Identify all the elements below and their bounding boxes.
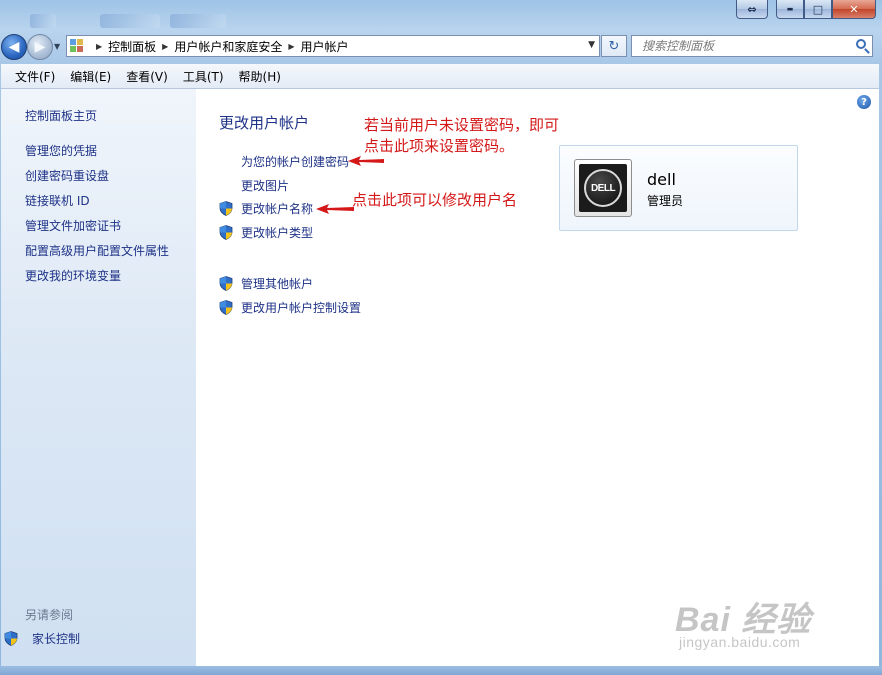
uac-shield-icon	[219, 225, 233, 240]
close-icon: ✕	[849, 2, 859, 16]
address-bar[interactable]: ▶ 控制面板 ▶ 用户帐户和家庭安全 ▶ 用户帐户 ▼	[66, 35, 600, 57]
task-create-password[interactable]: 为您的帐户创建密码	[241, 153, 349, 170]
recent-pages-dropdown[interactable]: ▼	[54, 42, 60, 51]
account-role: 管理员	[647, 194, 684, 208]
change-account-type-label: 更改帐户类型	[241, 226, 314, 240]
arrow-left-icon: ◀	[8, 39, 20, 55]
resize-button[interactable]: ⇔	[736, 0, 768, 19]
sidebar: 控制面板主页 管理您的凭据 创建密码重设盘 链接联机 ID 管理文件加密证书 配…	[1, 89, 196, 666]
resize-icon: ⇔	[747, 2, 757, 16]
page-title: 更改用户帐户	[219, 114, 310, 132]
sidebar-link-environment-variables[interactable]: 更改我的环境变量	[25, 267, 121, 284]
back-button[interactable]: ◀	[1, 34, 27, 60]
sidebar-link-online-id[interactable]: 链接联机 ID	[25, 192, 90, 209]
title-bar-ghost	[100, 14, 160, 28]
arrow-right-icon: ▶	[34, 39, 46, 55]
sidebar-link-encryption-certificates[interactable]: 管理文件加密证书	[25, 217, 121, 234]
chevron-right-icon[interactable]: ▶	[162, 42, 168, 51]
menu-tools[interactable]: 工具(T)	[175, 68, 231, 85]
sidebar-link-parental-controls[interactable]: 家长控制	[4, 630, 80, 647]
search-input[interactable]	[640, 38, 844, 54]
task-manage-other-accounts[interactable]: 管理其他帐户	[219, 275, 313, 292]
search-box[interactable]	[631, 35, 873, 57]
annotation-rename: 点击此项可以修改用户名	[352, 191, 518, 209]
parental-controls-label: 家长控制	[32, 632, 81, 646]
watermark-sub-text: jingyan.baidu.com	[679, 634, 801, 650]
uac-shield-icon	[219, 276, 233, 291]
chevron-down-icon: ▼	[54, 42, 61, 51]
uac-shield-icon	[219, 201, 233, 216]
annotation-arrow-icon	[316, 204, 354, 214]
change-account-name-label: 更改帐户名称	[241, 202, 314, 216]
task-change-account-type[interactable]: 更改帐户类型	[219, 224, 313, 241]
baidu-watermark: Bai 经验 jingyan.baidu.com	[675, 592, 865, 656]
title-bar-ghost	[170, 14, 226, 28]
menu-bar: 文件(F) 编辑(E) 查看(V) 工具(T) 帮助(H)	[1, 64, 879, 89]
refresh-button[interactable]: ↻	[601, 35, 627, 57]
window-bottom-border	[0, 666, 882, 675]
uac-settings-label: 更改用户帐户控制设置	[241, 301, 362, 315]
sidebar-link-control-panel-home[interactable]: 控制面板主页	[25, 107, 97, 124]
chevron-right-icon: ▶	[96, 41, 103, 51]
sidebar-link-advanced-profile[interactable]: 配置高级用户配置文件属性	[25, 242, 169, 259]
control-panel-icon	[70, 39, 86, 53]
navigation-row: ◀ ▶ ▼ ▶ 控制面板 ▶ 用户帐户和家庭安全 ▶ 用户帐户 ▼ ↻	[0, 30, 882, 62]
breadcrumb-user-accounts[interactable]: 用户帐户	[301, 38, 349, 55]
task-change-picture[interactable]: 更改图片	[241, 177, 289, 194]
title-bar[interactable]: ⇔ ▬ □ ✕	[0, 0, 882, 30]
sidebar-link-manage-credentials[interactable]: 管理您的凭据	[25, 142, 97, 159]
menu-file[interactable]: 文件(F)	[1, 68, 62, 85]
avatar-image: DELL	[579, 164, 627, 212]
chevron-right-icon[interactable]: ▶	[288, 42, 294, 51]
breadcrumb-user-accounts-family-safety[interactable]: 用户帐户和家庭安全	[174, 38, 282, 55]
search-icon[interactable]	[856, 39, 866, 49]
annotation-arrow-icon	[348, 156, 384, 166]
annotation-password-line-1: 若当前用户未设置密码，即可	[364, 116, 560, 134]
annotation-password-line-2: 点击此项来设置密码。	[364, 137, 515, 155]
minimize-button[interactable]: ▬	[776, 0, 804, 19]
task-change-account-name[interactable]: 更改帐户名称	[219, 200, 313, 217]
uac-shield-icon	[219, 300, 233, 315]
menu-edit[interactable]: 编辑(E)	[62, 68, 118, 85]
minimize-icon: ▬	[786, 5, 794, 13]
account-name: dell	[647, 170, 676, 189]
main-panel: ? 更改用户帐户 为您的帐户创建密码 更改图片 更改帐户名称 更改帐户类型 管理…	[196, 89, 879, 666]
task-uac-settings[interactable]: 更改用户帐户控制设置	[219, 299, 361, 316]
refresh-icon: ↻	[608, 38, 620, 54]
avatar[interactable]: DELL	[574, 159, 632, 217]
dell-logo-icon: DELL	[584, 169, 622, 207]
account-card: DELL dell 管理员	[559, 145, 798, 231]
help-icon[interactable]: ?	[857, 95, 871, 109]
maximize-icon: □	[812, 2, 824, 16]
maximize-button[interactable]: □	[804, 0, 832, 19]
menu-view[interactable]: 查看(V)	[118, 68, 175, 85]
uac-shield-icon	[4, 631, 18, 646]
breadcrumb-control-panel[interactable]: 控制面板	[108, 38, 156, 55]
sidebar-link-create-reset-disk[interactable]: 创建密码重设盘	[25, 167, 109, 184]
forward-button[interactable]: ▶	[27, 34, 53, 60]
close-button[interactable]: ✕	[832, 0, 876, 19]
manage-other-accounts-label: 管理其他帐户	[241, 277, 314, 291]
menu-help[interactable]: 帮助(H)	[231, 68, 288, 85]
title-bar-ghost	[30, 14, 56, 28]
caption-buttons: ⇔ ▬ □ ✕	[736, 0, 876, 20]
address-dropdown-icon[interactable]: ▼	[588, 40, 595, 50]
see-also-title: 另请参阅	[25, 608, 74, 622]
